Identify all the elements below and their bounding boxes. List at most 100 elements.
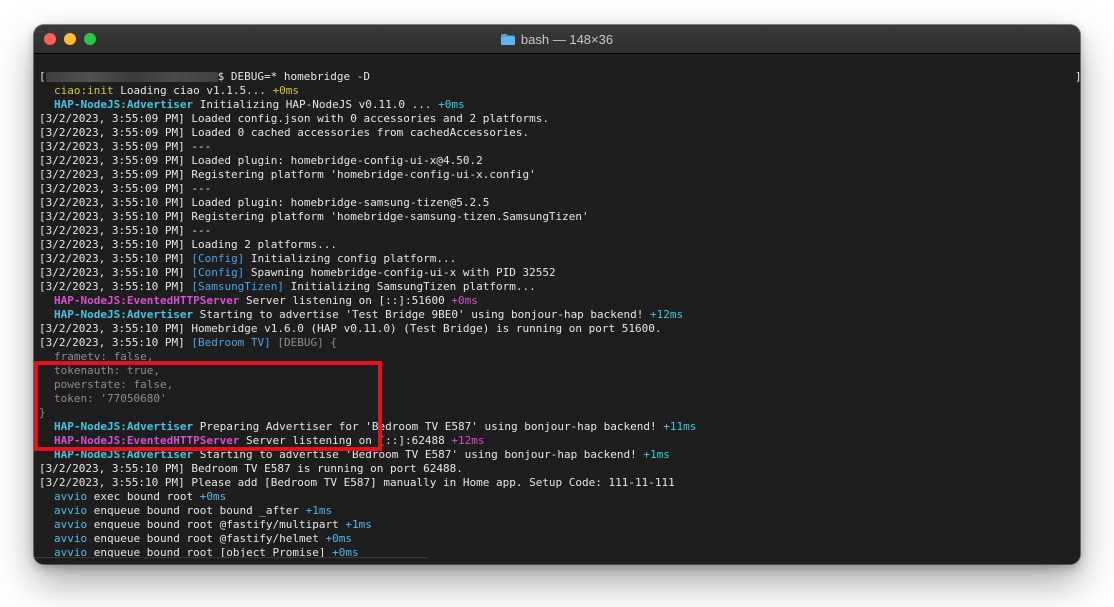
log-line: [3/2/2023, 3:55:09 PM] Loaded 0 cached a…	[34, 126, 1080, 140]
log-line: HAP-NodeJS:EventedHTTPServer Server list…	[34, 294, 1080, 308]
log-line: ciao:init Loading ciao v1.1.5... +0ms	[34, 84, 1080, 98]
log-text: exec bound root	[87, 490, 200, 503]
log-text: HAP-NodeJS:Advertiser	[54, 98, 194, 111]
log-text: enqueue bound root @fastify/multipart	[87, 518, 346, 531]
log-text: +0ms	[199, 490, 227, 503]
log-line: [3/2/2023, 3:55:10 PM] [Config] Spawning…	[34, 266, 1080, 280]
prompt-line: [$ DEBUG=* homebridge -D]	[34, 70, 1080, 84]
log-text: [3/2/2023, 3:55:09 PM] Loaded 0 cached a…	[39, 126, 530, 139]
log-text: [3/2/2023, 3:55:10 PM]	[39, 336, 192, 349]
log-line: [3/2/2023, 3:55:09 PM] Registering platf…	[34, 168, 1080, 182]
log-text: HAP-NodeJS:Advertiser	[54, 448, 194, 461]
log-text: ciao:init	[54, 84, 114, 97]
log-text: Initializing HAP-NodeJS v0.11.0 ...	[193, 98, 439, 111]
log-text: Starting to advertise 'Bedroom TV E587' …	[193, 448, 644, 461]
log-text: [3/2/2023, 3:55:10 PM]	[39, 252, 192, 265]
log-text: tokenauth: true,	[54, 364, 160, 377]
log-line: [3/2/2023, 3:55:09 PM] ---	[34, 140, 1080, 154]
log-text: Initializing config platform...	[244, 252, 457, 265]
right-bracket: ]	[1075, 70, 1080, 84]
log-text: [3/2/2023, 3:55:09 PM] Loaded plugin: ho…	[39, 154, 483, 167]
log-text: [3/2/2023, 3:55:09 PM] Registering platf…	[39, 168, 536, 181]
log-line: [3/2/2023, 3:55:10 PM] Loaded plugin: ho…	[34, 196, 1080, 210]
log-text: [3/2/2023, 3:55:10 PM] Please add [Bedro…	[39, 476, 675, 489]
log-text: +1ms	[345, 518, 372, 531]
log-text: avvio	[54, 532, 88, 545]
log-text: [3/2/2023, 3:55:09 PM] ---	[39, 182, 212, 195]
log-line: avvio enqueue bound root @fastify/helmet…	[34, 532, 1080, 546]
redacted-prompt	[45, 72, 218, 82]
log-line: [3/2/2023, 3:55:09 PM] Loaded plugin: ho…	[34, 154, 1080, 168]
log-text: +11ms	[663, 420, 697, 433]
log-text: +12ms	[650, 308, 684, 321]
log-line: [3/2/2023, 3:55:10 PM] Please add [Bedro…	[34, 476, 1080, 490]
log-text: avvio	[54, 490, 88, 503]
log-text: }	[39, 406, 46, 419]
log-line: avvio enqueue bound root bound _after +1…	[34, 504, 1080, 518]
log-text: Loading ciao v1.1.5...	[113, 84, 273, 97]
log-text: [3/2/2023, 3:55:10 PM]	[39, 280, 192, 293]
log-text: [SamsungTizen]	[191, 280, 285, 293]
terminal-output[interactable]: [$ DEBUG=* homebridge -D] ciao:init Load…	[34, 54, 1080, 564]
log-text: +0ms	[325, 532, 353, 545]
log-text: Server listening on [::]:51600	[239, 294, 452, 307]
window-title-area: bash — 148×36	[34, 25, 1080, 53]
log-line: [3/2/2023, 3:55:10 PM] [Config] Initiali…	[34, 252, 1080, 266]
horizontal-scrollbar[interactable]	[34, 557, 427, 564]
log-text: Initializing SamsungTizen platform...	[284, 280, 536, 293]
log-text: HAP-NodeJS:Advertiser	[54, 308, 194, 321]
log-line: avvio exec bound root +0ms	[34, 490, 1080, 504]
log-text: [Config]	[191, 252, 245, 265]
window-title: bash — 148×36	[520, 31, 614, 47]
log-line: [3/2/2023, 3:55:10 PM] ---	[34, 224, 1080, 238]
log-text: [3/2/2023, 3:55:09 PM] ---	[39, 140, 212, 153]
log-line: [3/2/2023, 3:55:09 PM] Loaded config.jso…	[34, 112, 1080, 126]
log-text: [3/2/2023, 3:55:09 PM] Loaded config.jso…	[39, 112, 549, 125]
log-line: HAP-NodeJS:Advertiser Initializing HAP-N…	[34, 98, 1080, 112]
log-line: [3/2/2023, 3:55:09 PM] ---	[34, 182, 1080, 196]
log-line: [3/2/2023, 3:55:10 PM] [Bedroom TV] [DEB…	[34, 336, 1080, 350]
log-text: Spawning homebridge-config-ui-x with PID…	[244, 266, 556, 279]
log-text: avvio	[54, 504, 88, 517]
title-bar[interactable]: bash — 148×36	[34, 25, 1080, 54]
log-line: powerstate: false,	[34, 378, 1080, 392]
log-text: +1ms	[643, 448, 670, 461]
log-line: frametv: false,	[34, 350, 1080, 364]
log-line: [3/2/2023, 3:55:10 PM] [SamsungTizen] In…	[34, 280, 1080, 294]
log-text: HAP-NodeJS:Advertiser	[54, 420, 194, 433]
prompt-command: $ DEBUG=* homebridge -D	[217, 70, 370, 83]
log-text: HAP-NodeJS:EventedHTTPServer	[54, 434, 240, 447]
log-line: [3/2/2023, 3:55:10 PM] Loading 2 platfor…	[34, 238, 1080, 252]
log-text: frametv: false,	[54, 350, 154, 363]
log-line: HAP-NodeJS:EventedHTTPServer Server list…	[34, 434, 1080, 448]
log-text: [3/2/2023, 3:55:10 PM] ---	[39, 224, 212, 237]
log-text: [3/2/2023, 3:55:10 PM] Bedroom TV E587 i…	[39, 462, 463, 475]
log-text: powerstate: false,	[54, 378, 174, 391]
log-text: +0ms	[272, 84, 300, 97]
log-line: HAP-NodeJS:Advertiser Starting to advert…	[34, 448, 1080, 462]
log-lines: ciao:init Loading ciao v1.1.5... +0ms HAP…	[34, 84, 1080, 560]
log-text: Server listening on [::]:62488	[239, 434, 452, 447]
log-text: token: '77050680'	[54, 392, 167, 405]
log-text: enqueue bound root bound _after	[87, 504, 306, 517]
log-line: [3/2/2023, 3:55:10 PM] Registering platf…	[34, 210, 1080, 224]
log-line: HAP-NodeJS:Advertiser Preparing Advertis…	[34, 420, 1080, 434]
log-line: token: '77050680'	[34, 392, 1080, 406]
log-text: enqueue bound root @fastify/helmet	[87, 532, 326, 545]
log-text: +0ms	[438, 98, 465, 111]
log-text: +1ms	[305, 504, 333, 517]
log-line: avvio enqueue bound root @fastify/multip…	[34, 518, 1080, 532]
log-line: [3/2/2023, 3:55:10 PM] Homebridge v1.6.0…	[34, 322, 1080, 336]
folder-icon	[500, 33, 515, 45]
log-line: }	[34, 406, 1080, 420]
log-text: [3/2/2023, 3:55:10 PM]	[39, 266, 192, 279]
log-text: HAP-NodeJS:EventedHTTPServer	[54, 294, 240, 307]
log-text: +0ms	[451, 294, 478, 307]
log-text: [Config]	[191, 266, 245, 279]
log-text: +12ms	[451, 434, 485, 447]
log-text: Preparing Advertiser for 'Bedroom TV E58…	[193, 420, 664, 433]
log-text: [3/2/2023, 3:55:10 PM] Loading 2 platfor…	[39, 238, 338, 251]
log-text: [Bedroom TV]	[191, 336, 271, 349]
log-text: Starting to advertise 'Test Bridge 9BE0'…	[193, 308, 651, 321]
log-text: [3/2/2023, 3:55:10 PM] Registering platf…	[39, 210, 589, 223]
